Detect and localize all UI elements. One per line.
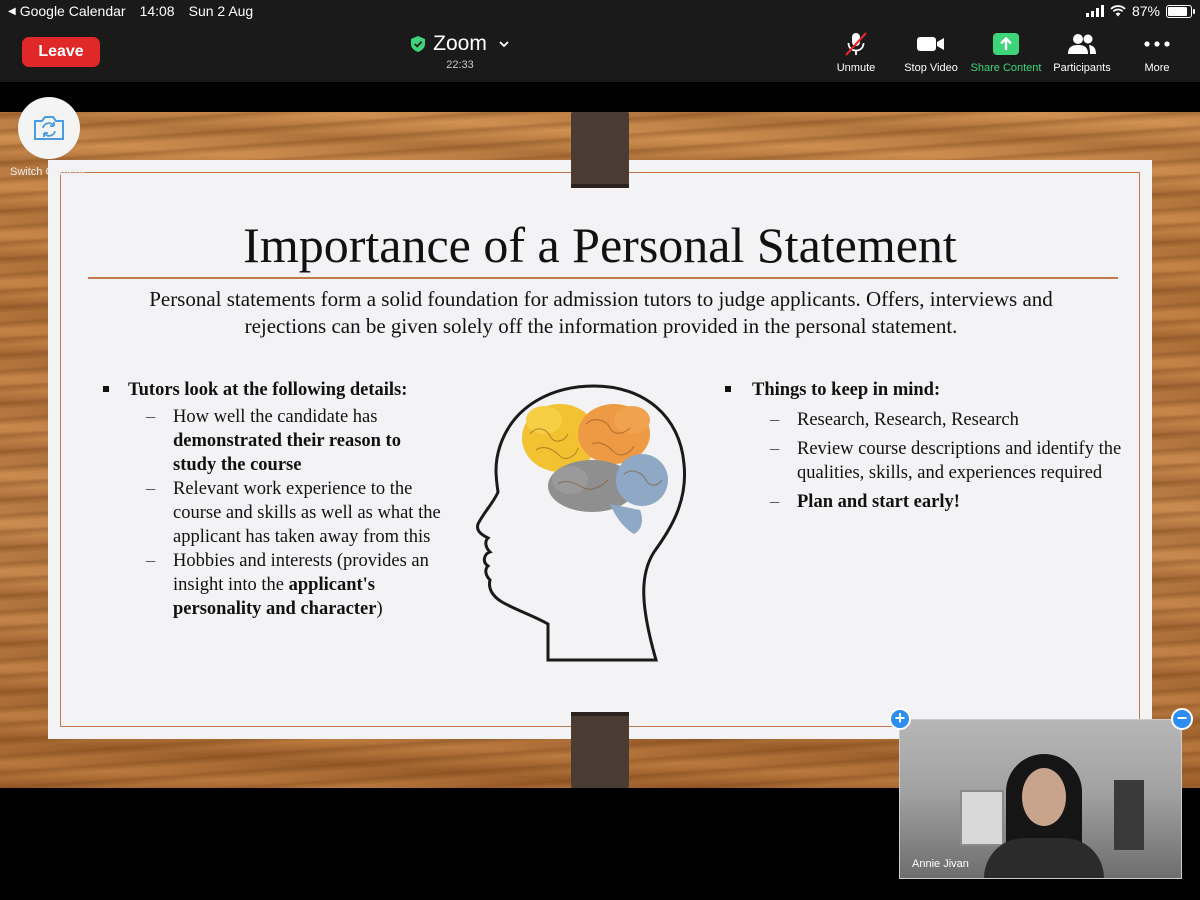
switch-camera-button[interactable]	[18, 97, 80, 159]
cellular-signal-icon	[1085, 5, 1104, 17]
list-item: – Relevant work experience to the course …	[146, 479, 441, 547]
clock: 14:08	[139, 3, 175, 19]
list-item: – Plan and start early!	[770, 492, 960, 512]
mic-muted-icon	[845, 32, 867, 56]
back-arrow-icon[interactable]: ◀	[8, 6, 16, 17]
slide-intro: Personal statements form a solid foundat…	[149, 287, 1053, 338]
leave-button[interactable]: Leave	[22, 37, 100, 67]
secure-shield-icon	[411, 36, 426, 52]
switch-camera-label: Switch Camera	[10, 166, 85, 178]
tutors-heading: Tutors look at the following details:	[102, 378, 442, 402]
shared-screen: Importance of a Personal Statement Perso…	[0, 112, 1200, 788]
binder-clip-top	[571, 112, 629, 188]
expand-video-icon[interactable]: +	[889, 708, 911, 730]
binder-clip-bottom	[571, 712, 629, 788]
wifi-icon	[1110, 5, 1126, 17]
slide: Importance of a Personal Statement Perso…	[48, 160, 1152, 739]
keep-in-mind-heading: Things to keep in mind:	[724, 378, 1124, 402]
more-dots-icon	[1144, 41, 1170, 47]
date: Sun 2 Aug	[188, 3, 254, 19]
minimize-video-icon[interactable]: −	[1171, 708, 1193, 730]
meeting-toolbar: Leave Zoom 22:33 Unmute Stop Video Share…	[0, 22, 1200, 82]
list-item: – How well the candidate has demonstrated…	[146, 407, 401, 475]
meeting-title: Zoom	[433, 32, 487, 55]
more-button[interactable]: More	[1111, 32, 1200, 74]
battery-percent: 87%	[1131, 3, 1160, 19]
list-item: – Hobbies and interests (provides an insi…	[146, 551, 429, 619]
slide-title: Importance of a Personal Statement	[243, 217, 957, 273]
video-camera-icon	[917, 37, 944, 51]
meeting-info[interactable]: Zoom 22:33	[400, 32, 520, 71]
participants-icon	[1068, 34, 1096, 54]
share-arrow-icon	[993, 33, 1019, 55]
self-video-tile[interactable]: Annie Jivan	[899, 719, 1182, 879]
battery-icon	[1166, 4, 1195, 18]
list-item: – Research, Research, Research	[770, 410, 1019, 430]
switch-camera-icon	[34, 116, 64, 140]
tutors-column: Tutors look at the following details: – H…	[102, 378, 442, 621]
head-brain-illustration	[476, 384, 687, 662]
status-bar: ◀ Google Calendar 14:08 Sun 2 Aug 87%	[0, 0, 1200, 22]
back-app-label[interactable]: Google Calendar	[20, 3, 126, 19]
list-item: – Review course descriptions and identify…	[770, 439, 1122, 483]
more-label: More	[1144, 62, 1170, 74]
chevron-down-icon[interactable]	[499, 40, 509, 48]
meeting-timer: 22:33	[446, 59, 474, 71]
keep-in-mind-column: Things to keep in mind: – Research, Resea…	[724, 378, 1124, 519]
title-divider	[88, 277, 1118, 279]
participant-name: Annie Jivan	[912, 858, 969, 870]
